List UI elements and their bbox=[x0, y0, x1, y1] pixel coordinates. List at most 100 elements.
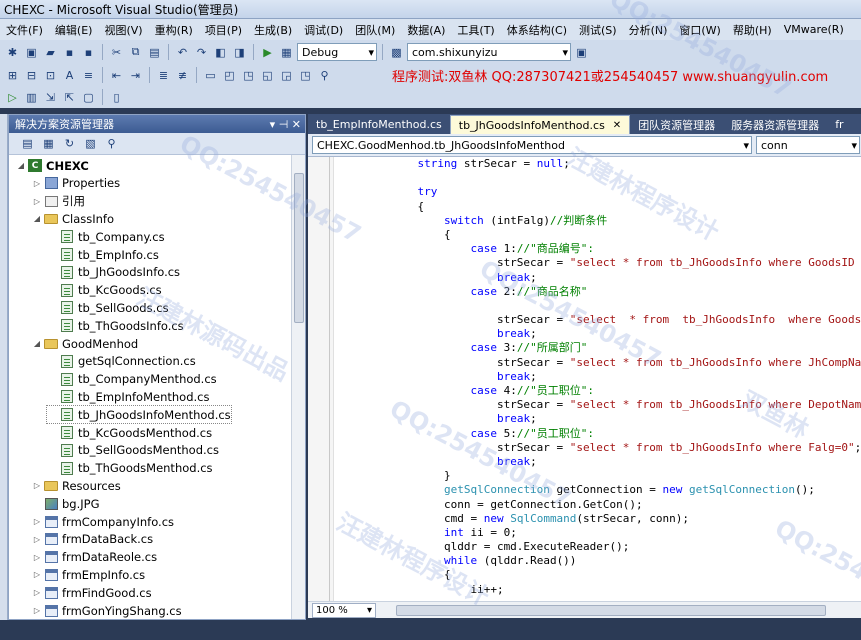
menu-item[interactable]: 窗口(W) bbox=[673, 22, 726, 38]
menu-item[interactable]: 工具(T) bbox=[451, 22, 500, 38]
config-dropdown[interactable]: Debug ▾ bbox=[297, 43, 377, 61]
quick-info-icon[interactable]: ⊡ bbox=[42, 67, 59, 84]
tree-item[interactable]: ◢ C CHEXC bbox=[15, 157, 89, 174]
menu-item[interactable]: 视图(V) bbox=[98, 22, 148, 38]
tree-item[interactable]: tb_EmpInfo.cs bbox=[47, 246, 159, 263]
clear-bookmarks-icon[interactable]: ◱ bbox=[259, 67, 276, 84]
menu-item[interactable]: 测试(S) bbox=[573, 22, 623, 38]
parameter-info-icon[interactable]: ≡ bbox=[80, 67, 97, 84]
tree-scroll-thumb[interactable] bbox=[294, 173, 304, 323]
properties-icon[interactable]: ▤ bbox=[19, 135, 36, 152]
tree-item[interactable]: ▷ frmCompanyInfo.cs bbox=[31, 513, 174, 530]
attach-icon[interactable]: ▦ bbox=[278, 44, 295, 61]
tree-item[interactable]: bg.JPG bbox=[31, 495, 100, 512]
view-code-icon[interactable]: ▧ bbox=[82, 135, 99, 152]
class-view-icon[interactable]: ⊞ bbox=[4, 67, 21, 84]
menu-item[interactable]: 分析(N) bbox=[623, 22, 674, 38]
build-icon[interactable]: ▥ bbox=[23, 89, 40, 106]
find-combo[interactable]: com.shixunyizu ▾ bbox=[407, 43, 571, 61]
member-dropdown[interactable]: conn ▾ bbox=[756, 136, 860, 154]
menu-item[interactable]: 文件(F) bbox=[0, 22, 49, 38]
tree-vertical-scrollbar[interactable] bbox=[291, 155, 305, 619]
menu-item[interactable]: VMware(R) bbox=[778, 23, 850, 36]
uncomment-icon[interactable]: ≢ bbox=[174, 67, 191, 84]
tree-item[interactable]: ◢ ClassInfo bbox=[31, 210, 114, 227]
step-icon[interactable]: ⇲ bbox=[42, 89, 59, 106]
step-out-icon[interactable]: ▢ bbox=[80, 89, 97, 106]
tree-item[interactable]: ▷ Resources bbox=[31, 477, 121, 494]
hex-icon[interactable]: ▯ bbox=[108, 89, 125, 106]
cut-icon[interactable]: ✂ bbox=[108, 44, 125, 61]
prev-bookmark-folder-icon[interactable]: ◲ bbox=[278, 67, 295, 84]
tab-document[interactable]: 团队资源管理器 bbox=[630, 115, 723, 134]
tree-item[interactable]: tb_ThGoodsInfo.cs bbox=[47, 317, 184, 334]
navigate-forward-icon[interactable]: ◨ bbox=[231, 44, 248, 61]
tab-document[interactable]: 服务器资源管理器 bbox=[723, 115, 827, 134]
panel-controls[interactable]: ▾ ⊣ ✕ bbox=[270, 118, 301, 131]
tree-item[interactable]: ▷ 引用 bbox=[31, 193, 85, 210]
new-project-icon[interactable]: ✱ bbox=[4, 44, 21, 61]
menu-item[interactable]: 重构(R) bbox=[149, 22, 199, 38]
zoom-dropdown[interactable]: 100 % ▾ bbox=[312, 602, 376, 618]
tree-item[interactable]: tb_JhGoodsInfoMenthod.cs bbox=[46, 405, 232, 425]
tree-item[interactable]: tb_SellGoods.cs bbox=[47, 299, 169, 316]
menu-item[interactable]: 生成(B) bbox=[248, 22, 298, 38]
step-over-icon[interactable]: ⇱ bbox=[61, 89, 78, 106]
tab-document[interactable]: tb_JhGoodsInfoMenthod.cs ✕ bbox=[449, 115, 631, 134]
paste-icon[interactable]: ▤ bbox=[146, 44, 163, 61]
type-dropdown[interactable]: CHEXC.GoodMenhod.tb_JhGoodsInfoMenthod ▾ bbox=[312, 136, 752, 154]
bookmark-icon[interactable]: ▭ bbox=[202, 67, 219, 84]
next-bookmark-folder-icon[interactable]: ◳ bbox=[297, 67, 314, 84]
refresh-icon[interactable]: ↻ bbox=[61, 135, 78, 152]
options-icon[interactable]: ⚲ bbox=[316, 67, 333, 84]
view-designer-icon[interactable]: ⚲ bbox=[103, 135, 120, 152]
editor-scroll-thumb[interactable] bbox=[396, 604, 826, 616]
expand-arrow-icon[interactable]: ▷ bbox=[31, 481, 43, 490]
editor-margin[interactable] bbox=[308, 157, 334, 601]
tree-item[interactable]: tb_JhGoodsInfo.cs bbox=[47, 264, 180, 281]
tree-item[interactable]: tb_ThGoodsMenthod.cs bbox=[47, 460, 213, 477]
toolbox-strip[interactable] bbox=[0, 114, 8, 634]
tree-item[interactable]: tb_Company.cs bbox=[47, 228, 165, 245]
menu-item[interactable]: 帮助(H) bbox=[727, 22, 778, 38]
tree-item[interactable]: ▷ frmDataBack.cs bbox=[31, 531, 153, 548]
solution-explorer-icon[interactable]: ▣ bbox=[573, 44, 590, 61]
prev-bookmark-icon[interactable]: ◰ bbox=[221, 67, 238, 84]
tree-item[interactable]: ▷ Properties bbox=[31, 175, 120, 192]
expand-arrow-icon[interactable]: ◢ bbox=[31, 339, 43, 348]
open-folder-icon[interactable]: ▰ bbox=[42, 44, 59, 61]
code-text[interactable]: string strSecar = null; try { switch (in… bbox=[338, 157, 861, 601]
object-browser-icon[interactable]: ⊟ bbox=[23, 67, 40, 84]
copy-icon[interactable]: ⧉ bbox=[127, 44, 144, 61]
tab-document[interactable]: tb_EmpInfoMenthod.cs bbox=[308, 115, 450, 134]
menu-item[interactable]: 团队(M) bbox=[349, 22, 401, 38]
increase-indent-icon[interactable]: ⇥ bbox=[127, 67, 144, 84]
tree-item[interactable]: tb_CompanyMenthod.cs bbox=[47, 371, 217, 388]
tree-item[interactable]: ▷ frmFindGood.cs bbox=[31, 584, 152, 601]
tree-item[interactable]: tb_SellGoodsMenthod.cs bbox=[47, 442, 219, 459]
navigate-back-icon[interactable]: ◧ bbox=[212, 44, 229, 61]
expand-arrow-icon[interactable]: ◢ bbox=[31, 214, 43, 223]
save-all-icon[interactable]: ▪ bbox=[80, 44, 97, 61]
close-tab-icon[interactable]: ✕ bbox=[613, 120, 621, 131]
editor-horizontal-scrollbar[interactable]: 100 % ▾ bbox=[308, 601, 861, 618]
decrease-indent-icon[interactable]: ⇤ bbox=[108, 67, 125, 84]
comment-icon[interactable]: ≣ bbox=[155, 67, 172, 84]
tree-item[interactable]: tb_EmpInfoMenthod.cs bbox=[47, 388, 209, 405]
menu-item[interactable]: 项目(P) bbox=[199, 22, 248, 38]
tree-item[interactable]: ▷ frmEmpInfo.cs bbox=[31, 566, 145, 583]
show-all-files-icon[interactable]: ▦ bbox=[40, 135, 57, 152]
tree-item[interactable]: ◢ GoodMenhod bbox=[31, 335, 138, 352]
tab-document[interactable]: fr bbox=[827, 115, 851, 134]
find-icon[interactable]: ▩ bbox=[388, 44, 405, 61]
add-item-icon[interactable]: ▣ bbox=[23, 44, 40, 61]
next-bookmark-icon[interactable]: ◳ bbox=[240, 67, 257, 84]
undo-icon[interactable]: ↶ bbox=[174, 44, 191, 61]
menu-item[interactable]: 编辑(E) bbox=[49, 22, 99, 38]
start-debug-icon[interactable]: ▶ bbox=[259, 44, 276, 61]
save-icon[interactable]: ▪ bbox=[61, 44, 78, 61]
menu-item[interactable]: 数据(A) bbox=[401, 22, 451, 38]
tree-item[interactable]: ▷ frmGonYingShang.cs bbox=[31, 602, 182, 619]
redo-icon[interactable]: ↷ bbox=[193, 44, 210, 61]
tree-item[interactable]: tb_KcGoodsMenthod.cs bbox=[47, 424, 212, 441]
